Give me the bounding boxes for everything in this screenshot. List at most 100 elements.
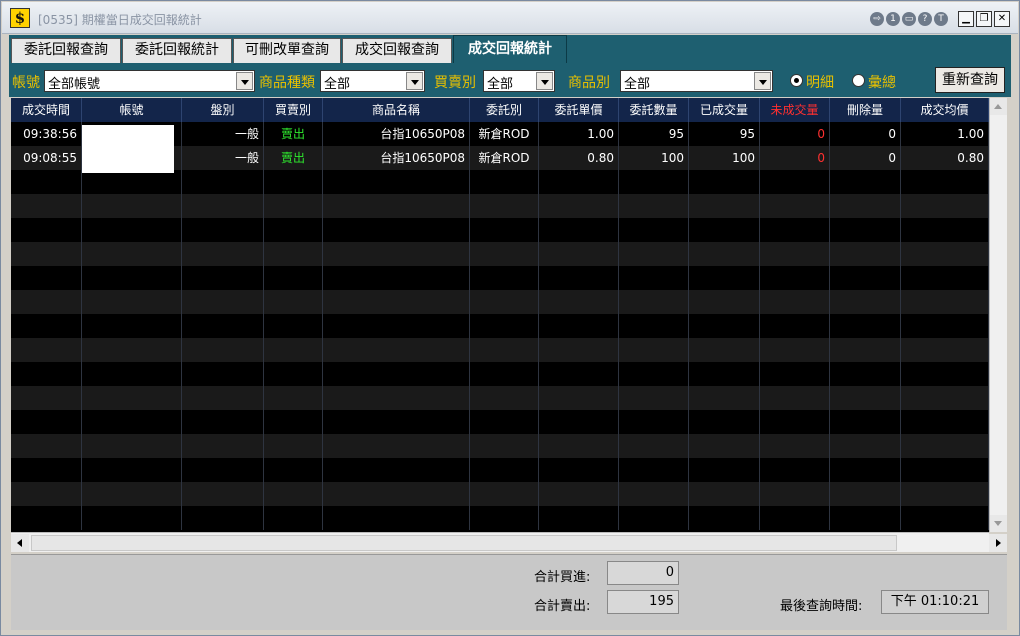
empty-cell	[539, 314, 619, 338]
empty-cell	[82, 458, 182, 482]
empty-cell	[760, 482, 830, 506]
col-order-type[interactable]: 委託別	[470, 98, 539, 122]
app-window: $ [0535] 期權當日成交回報統計 ⇨ 1 ▭ ? T ▁ ❐ ✕ 委託回報…	[0, 0, 1020, 636]
col-unfilled-qty[interactable]: 未成交量	[760, 98, 830, 122]
empty-cell	[264, 194, 323, 218]
window-title: [0535] 期權當日成交回報統計	[38, 13, 202, 27]
tab-fill-stats[interactable]: 成交回報統計	[453, 35, 567, 63]
chevron-down-icon[interactable]	[236, 72, 253, 90]
empty-cell	[323, 338, 470, 362]
empty-table-row	[11, 410, 989, 434]
empty-cell	[689, 218, 760, 242]
empty-table-row	[11, 458, 989, 482]
empty-cell	[539, 218, 619, 242]
col-order-price[interactable]: 委託單價	[539, 98, 619, 122]
empty-table-row	[11, 314, 989, 338]
empty-cell	[689, 482, 760, 506]
empty-cell	[11, 482, 82, 506]
total-sell-label: 合計賣出:	[534, 599, 591, 614]
empty-cell	[539, 338, 619, 362]
empty-cell	[901, 362, 989, 386]
empty-cell	[830, 242, 901, 266]
col-fill-time[interactable]: 成交時間	[11, 98, 82, 122]
summary-radio[interactable]	[852, 74, 865, 87]
info-icon[interactable]: 1	[886, 12, 900, 26]
tab-fill-query[interactable]: 成交回報查詢	[342, 38, 452, 63]
col-filled-qty[interactable]: 已成交量	[689, 98, 760, 122]
help-icon[interactable]: ?	[918, 12, 932, 26]
print-icon[interactable]: ▭	[902, 12, 916, 26]
empty-cell	[619, 410, 689, 434]
empty-cell	[264, 266, 323, 290]
col-session[interactable]: 盤別	[182, 98, 264, 122]
side-select[interactable]: 全部	[483, 70, 555, 92]
empty-cell	[619, 482, 689, 506]
empty-table-row	[11, 434, 989, 458]
empty-cell	[470, 194, 539, 218]
horizontal-scrollbar[interactable]	[11, 532, 1007, 552]
scroll-left-icon[interactable]	[11, 534, 29, 552]
empty-cell	[470, 218, 539, 242]
horizontal-scroll-thumb[interactable]	[31, 535, 897, 551]
restore-icon[interactable]: ❐	[976, 11, 992, 27]
col-account[interactable]: 帳號	[82, 98, 182, 122]
empty-cell	[760, 338, 830, 362]
empty-cell	[470, 410, 539, 434]
table-body: 09:38:56 一般 賣出 台指10650P08 新倉ROD 1.00 95 …	[11, 122, 989, 530]
filter-bar: 帳號 全部帳號 商品種類 全部 買賣別 全部 商品別 全部 明細 彙總 重新查詢	[9, 63, 1011, 97]
empty-cell	[901, 314, 989, 338]
scroll-right-icon[interactable]	[989, 534, 1007, 552]
scroll-up-icon[interactable]	[990, 98, 1007, 115]
chevron-down-icon[interactable]	[754, 72, 771, 90]
empty-cell	[264, 410, 323, 434]
empty-cell	[760, 218, 830, 242]
empty-cell	[539, 434, 619, 458]
empty-cell	[182, 290, 264, 314]
export-icon[interactable]: ⇨	[870, 12, 884, 26]
empty-cell	[689, 410, 760, 434]
tab-order-stats[interactable]: 委託回報統計	[122, 38, 232, 63]
empty-cell	[11, 194, 82, 218]
chevron-down-icon[interactable]	[536, 72, 553, 90]
empty-cell	[539, 170, 619, 194]
empty-cell	[901, 194, 989, 218]
tab-order-query[interactable]: 委託回報查詢	[11, 38, 121, 63]
col-side[interactable]: 買賣別	[264, 98, 323, 122]
minimize-icon[interactable]: ▁	[958, 11, 974, 27]
tab-modifiable-orders[interactable]: 可刪改單查詢	[233, 38, 341, 63]
empty-cell	[760, 506, 830, 530]
empty-cell	[470, 170, 539, 194]
requery-button[interactable]: 重新查詢	[935, 67, 1005, 93]
vertical-scrollbar[interactable]	[989, 98, 1007, 532]
chevron-down-icon[interactable]	[406, 72, 423, 90]
detail-radio[interactable]	[790, 74, 803, 87]
empty-cell	[830, 194, 901, 218]
account-select[interactable]: 全部帳號	[44, 70, 255, 92]
empty-cell	[689, 194, 760, 218]
empty-cell	[323, 434, 470, 458]
empty-cell	[264, 218, 323, 242]
empty-cell	[323, 386, 470, 410]
product-select[interactable]: 全部	[620, 70, 773, 92]
topmost-icon[interactable]: T	[934, 12, 948, 26]
product-type-select[interactable]: 全部	[320, 70, 425, 92]
empty-cell	[323, 314, 470, 338]
close-icon[interactable]: ✕	[994, 11, 1010, 27]
empty-cell	[470, 314, 539, 338]
col-avg-price[interactable]: 成交均價	[901, 98, 989, 122]
col-order-qty[interactable]: 委託數量	[619, 98, 689, 122]
empty-cell	[323, 170, 470, 194]
empty-cell	[901, 218, 989, 242]
empty-cell	[901, 338, 989, 362]
empty-cell	[539, 266, 619, 290]
empty-cell	[11, 242, 82, 266]
empty-cell	[901, 434, 989, 458]
empty-cell	[539, 290, 619, 314]
scroll-down-icon[interactable]	[990, 515, 1007, 532]
empty-table-row	[11, 386, 989, 410]
empty-cell	[901, 410, 989, 434]
col-cancel-qty[interactable]: 刪除量	[830, 98, 901, 122]
col-product-name[interactable]: 商品名稱	[323, 98, 470, 122]
empty-cell	[82, 290, 182, 314]
empty-cell	[689, 170, 760, 194]
